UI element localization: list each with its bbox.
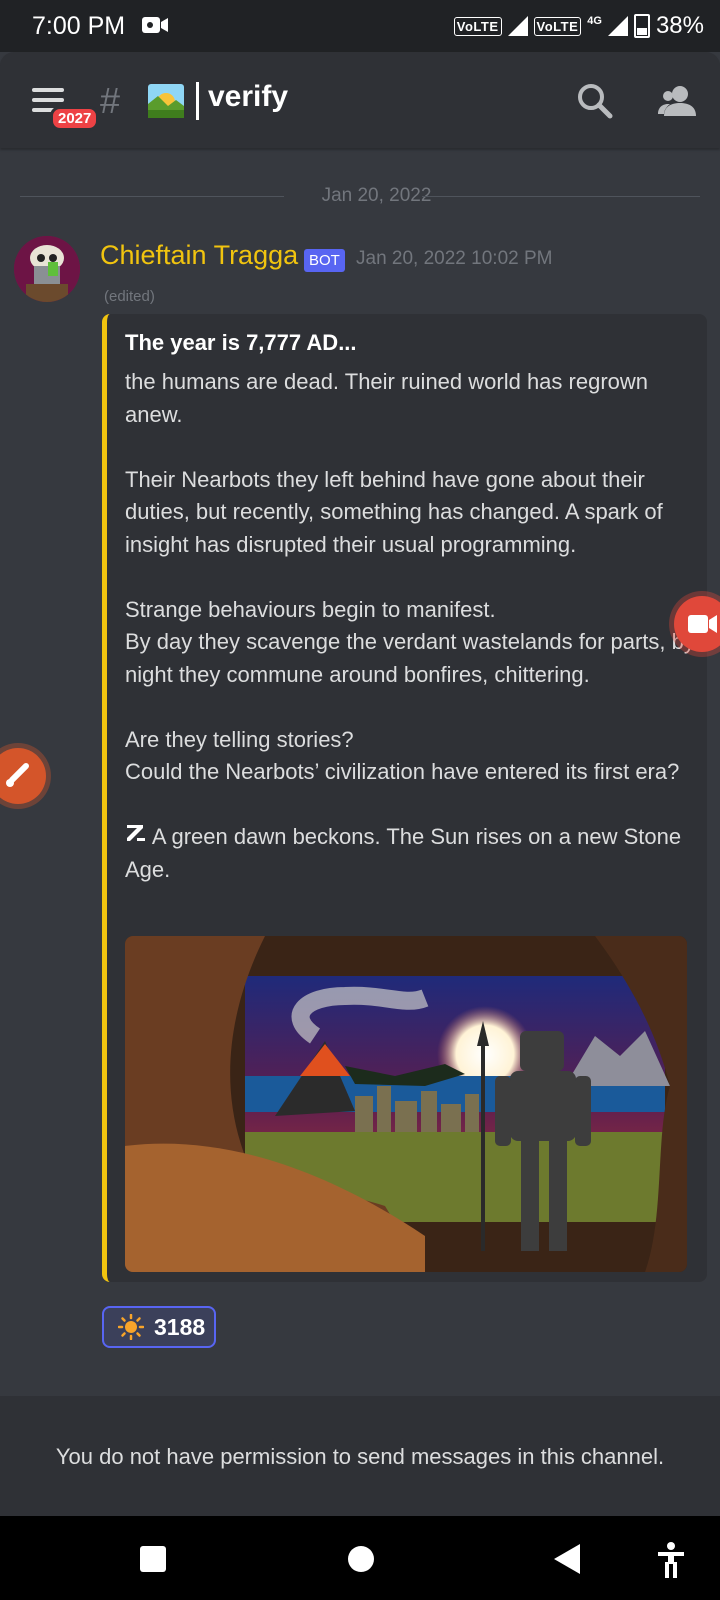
bot-tag: BOT bbox=[304, 249, 345, 272]
divider-line-left bbox=[20, 196, 284, 197]
avatar[interactable] bbox=[14, 236, 80, 302]
volte-indicator-2: VoLTE bbox=[533, 16, 582, 36]
signal-icon bbox=[507, 16, 528, 36]
embed-description-text: the humans are dead. Their ruined world … bbox=[125, 369, 695, 784]
sun-icon bbox=[118, 1314, 144, 1340]
accessibility-icon[interactable] bbox=[656, 1542, 686, 1578]
embed-image[interactable] bbox=[125, 936, 687, 1272]
author-name[interactable]: Chieftain Tragga bbox=[100, 240, 298, 271]
robot-skull-avatar-icon bbox=[14, 236, 80, 302]
embed-final-line: A green dawn beckons. The Sun rises on a… bbox=[125, 824, 686, 882]
video-camera-icon bbox=[688, 615, 717, 633]
status-indicators: VoLTE VoLTE 4G 38% bbox=[453, 12, 704, 40]
members-icon[interactable] bbox=[658, 82, 698, 122]
status-time: 7:00 PM bbox=[32, 12, 126, 40]
channel-name: verify bbox=[208, 80, 289, 113]
date-divider: Jan 20, 2022 bbox=[20, 185, 700, 206]
message-timestamp: Jan 20, 2022 10:02 PM bbox=[356, 248, 553, 269]
divider-line-right bbox=[422, 196, 700, 197]
reaction-count: 3188 bbox=[154, 1313, 206, 1340]
battery-percent: 38% bbox=[655, 12, 704, 39]
search-icon[interactable] bbox=[576, 82, 614, 120]
hash-icon: # bbox=[100, 80, 121, 121]
robot-cave-illustration bbox=[125, 936, 687, 1272]
sunrise-over-mountains-icon bbox=[148, 84, 184, 118]
recent-apps-icon[interactable] bbox=[140, 1546, 166, 1572]
title-divider bbox=[196, 82, 199, 120]
arrow-icon bbox=[127, 825, 145, 841]
floating-edit-button[interactable] bbox=[0, 748, 46, 804]
back-icon[interactable] bbox=[554, 1544, 580, 1574]
status-bar: 7:00 PM VoLTE VoLTE 4G 38% bbox=[0, 0, 720, 52]
home-icon[interactable] bbox=[348, 1546, 374, 1572]
permission-notice: You do not have permission to send messa… bbox=[55, 1444, 665, 1469]
battery-icon bbox=[633, 14, 650, 38]
mention-badge: 2027 bbox=[50, 106, 100, 131]
embed-description: the humans are dead. Their ruined world … bbox=[125, 366, 695, 886]
channel-header: 2027 # verify bbox=[0, 52, 720, 148]
embed-title: The year is 7,777 AD... bbox=[125, 330, 357, 355]
message-embed: The year is 7,777 AD... the humans are d… bbox=[102, 314, 707, 1282]
system-navigation-bar bbox=[0, 1516, 720, 1600]
network-type: 4G bbox=[587, 15, 602, 27]
video-camera-icon bbox=[142, 17, 168, 33]
reaction-button[interactable]: 3188 bbox=[102, 1306, 216, 1348]
volte-indicator: VoLTE bbox=[453, 16, 502, 36]
signal-icon-2 bbox=[607, 16, 628, 36]
floating-video-button[interactable] bbox=[674, 596, 720, 652]
message-input-area: You do not have permission to send messa… bbox=[0, 1396, 720, 1516]
edited-label: (edited) bbox=[104, 288, 155, 305]
brush-icon bbox=[6, 763, 29, 787]
